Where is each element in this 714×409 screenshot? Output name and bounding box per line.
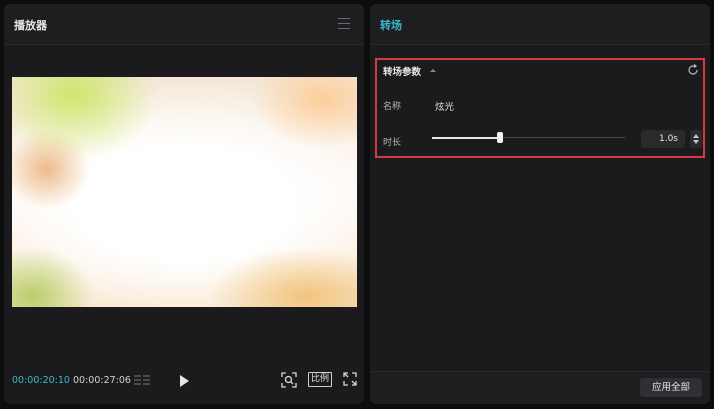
duration-slider-thumb[interactable] (496, 132, 503, 143)
name-value: 炫光 (435, 102, 455, 113)
name-label: 名称 (383, 102, 402, 112)
collapse-caret-icon[interactable] (430, 69, 436, 72)
ratio-button[interactable]: 比例 (308, 372, 333, 387)
play-icon[interactable] (180, 375, 189, 387)
player-controls: 00:00:20:10 00:00:27:06 比例 (4, 366, 364, 396)
current-time: 00:00:20:10 (12, 375, 70, 386)
duration-slider[interactable] (432, 132, 625, 143)
timeline-icon[interactable] (134, 373, 152, 387)
transition-tab[interactable]: 转场 (380, 17, 402, 33)
video-preview[interactable] (12, 77, 357, 307)
duration-stepper[interactable] (690, 130, 702, 148)
bottom-bar: 应用全部 (370, 371, 710, 404)
duration-label: 时长 (383, 138, 402, 148)
params-title[interactable]: 转场参数 (383, 64, 421, 78)
reset-icon[interactable] (687, 64, 699, 76)
transition-panel: 转场 转场参数 名称 炫光 时长 1.0s 应用全部 (370, 4, 710, 404)
player-header: 播放器 (4, 4, 364, 45)
duration-slider-fill (432, 136, 500, 139)
total-time: 00:00:27:06 (73, 375, 131, 386)
fullscreen-icon[interactable] (343, 372, 357, 386)
stepper-up-icon[interactable] (693, 134, 699, 138)
transition-header: 转场 (370, 4, 710, 45)
player-title: 播放器 (14, 19, 47, 32)
transition-params-section: 转场参数 名称 炫光 时长 1.0s (375, 58, 705, 158)
player-panel: 播放器 00:00:20:10 00:00:27:06 比例 (4, 4, 364, 404)
zoom-fit-icon[interactable] (281, 372, 297, 388)
duration-input[interactable]: 1.0s (641, 130, 685, 148)
stepper-down-icon[interactable] (693, 140, 699, 144)
apply-all-button[interactable]: 应用全部 (640, 378, 702, 397)
menu-icon[interactable] (338, 18, 350, 29)
